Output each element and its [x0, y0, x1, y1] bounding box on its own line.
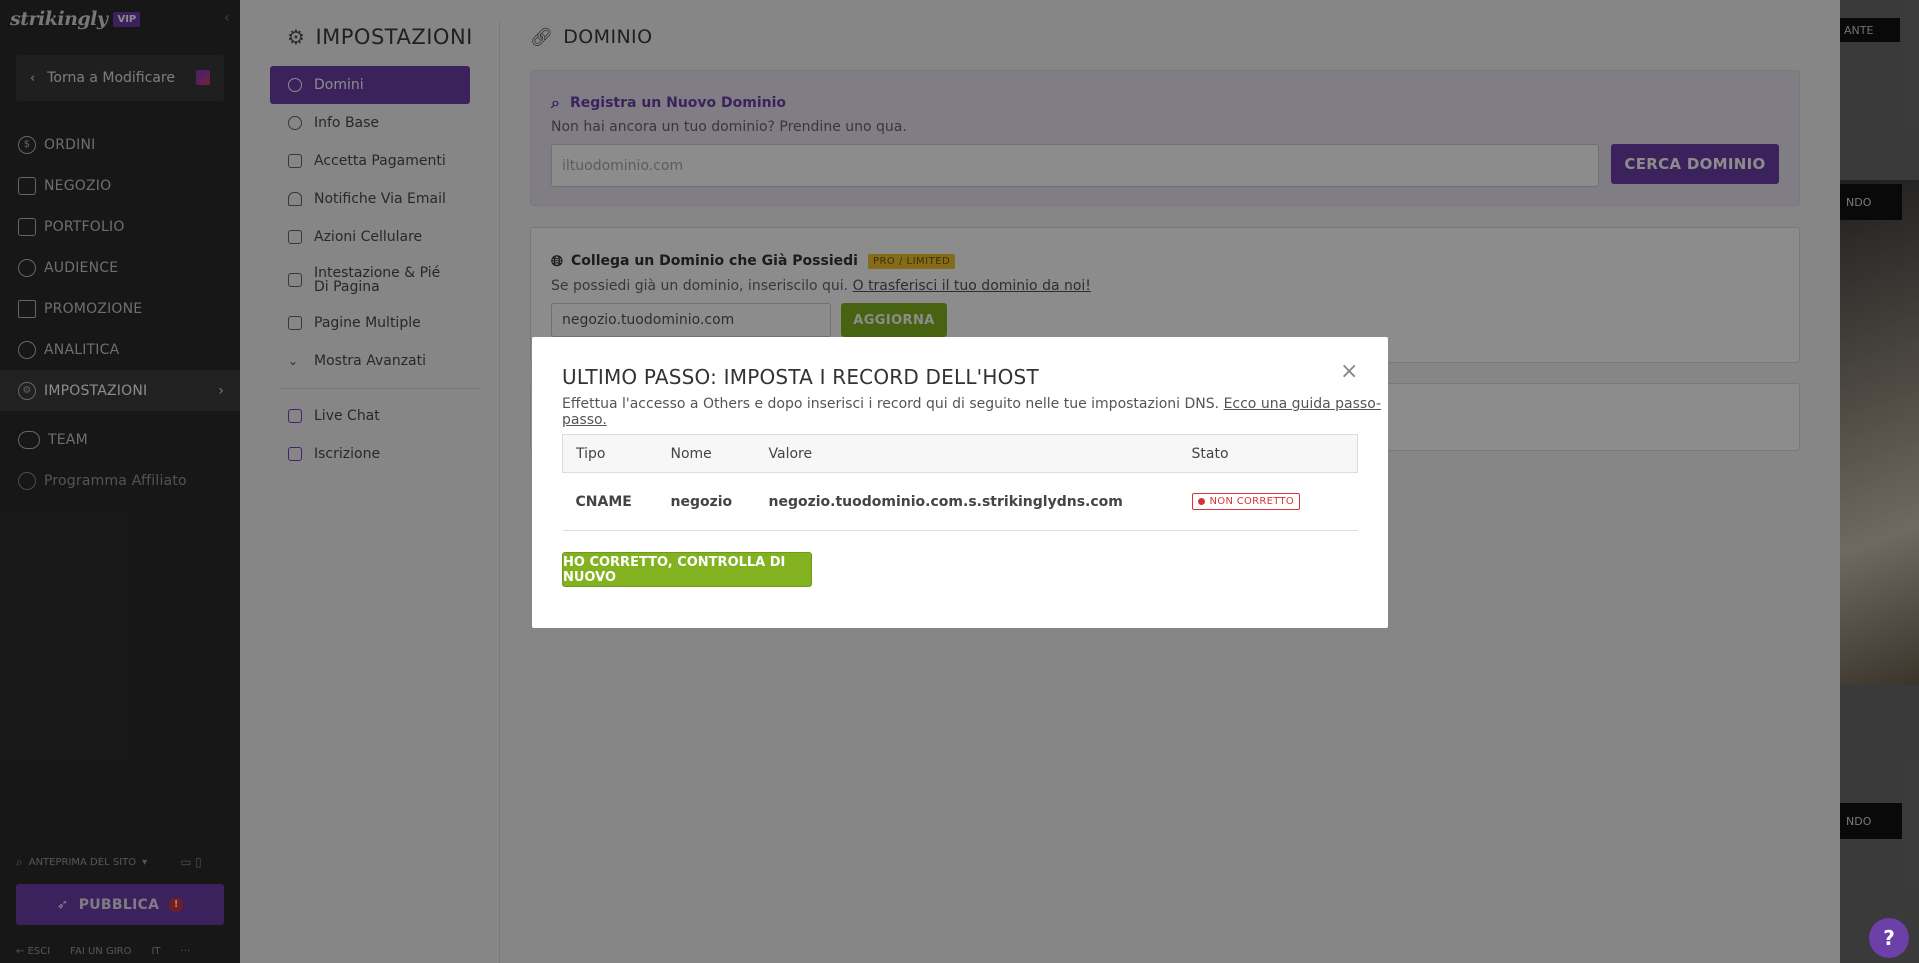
dns-records-table: Tipo Nome Valore Stato CNAME negozio neg… — [562, 434, 1358, 531]
table-header-row: Tipo Nome Valore Stato — [562, 434, 1358, 473]
record-type: CNAME — [562, 472, 658, 531]
status-dot-icon — [1197, 498, 1205, 505]
column-header-nome: Nome — [657, 434, 756, 473]
modal-title: ULTIMO PASSO: IMPOSTA I RECORD DELL'HOST — [562, 365, 1039, 389]
modal-description: Effettua l'accesso a Others e dopo inser… — [562, 396, 1388, 428]
column-header-stato: Stato — [1178, 434, 1358, 473]
column-header-valore: Valore — [755, 434, 1179, 473]
dns-records-modal: × ULTIMO PASSO: IMPOSTA I RECORD DELL'HO… — [532, 337, 1388, 628]
status-badge: NON CORRETTO — [1191, 493, 1301, 510]
modal-description-text: Effettua l'accesso a Others e dopo inser… — [562, 396, 1220, 412]
help-button[interactable]: ? — [1869, 918, 1909, 958]
column-header-tipo: Tipo — [562, 434, 658, 473]
record-name: negozio — [657, 472, 756, 531]
record-status: NON CORRETTO — [1178, 472, 1358, 531]
record-value: negozio.tuodominio.com.s.strikinglydns.c… — [755, 472, 1179, 531]
close-icon[interactable]: × — [1340, 359, 1358, 384]
status-text: NON CORRETTO — [1209, 496, 1295, 507]
recheck-button[interactable]: HO CORRETTO, CONTROLLA DI NUOVO — [562, 552, 812, 587]
table-row: CNAME negozio negozio.tuodominio.com.s.s… — [562, 472, 1358, 531]
